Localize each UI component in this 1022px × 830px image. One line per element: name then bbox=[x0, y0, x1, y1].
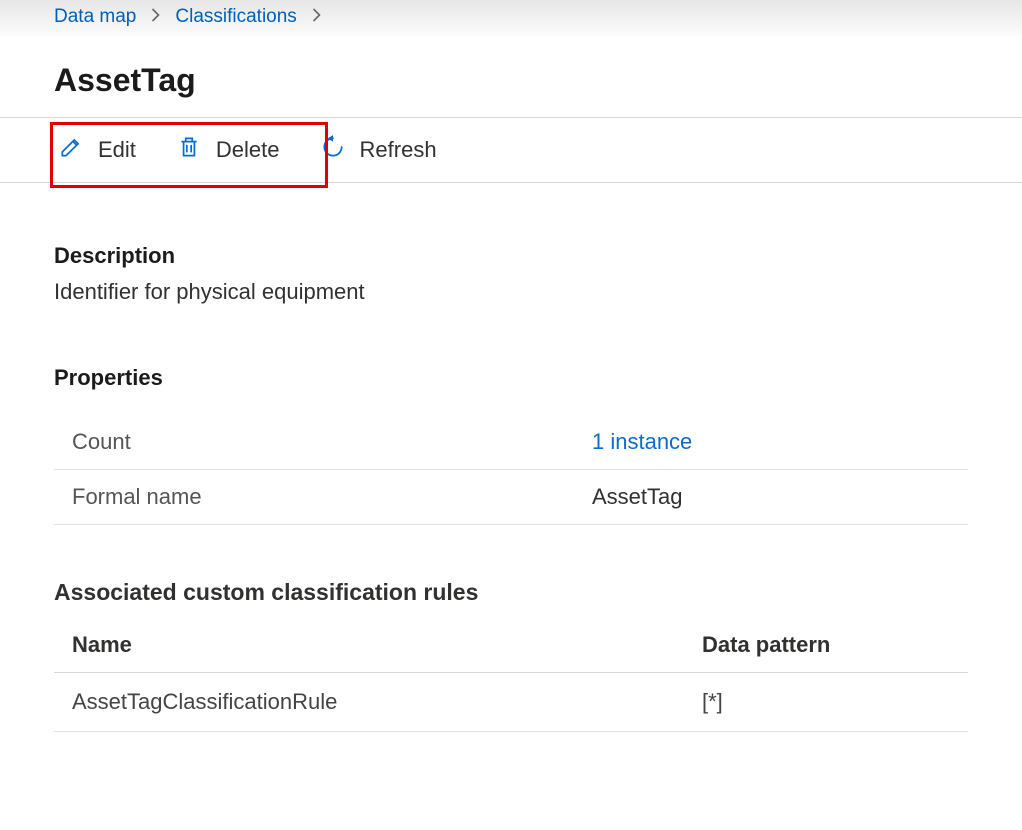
delete-label: Delete bbox=[216, 137, 280, 163]
rules-table: Name Data pattern AssetTagClassification… bbox=[54, 614, 968, 732]
breadcrumb-link-data-map[interactable]: Data map bbox=[54, 6, 136, 28]
rule-name-cell: AssetTagClassificationRule bbox=[72, 689, 702, 715]
rules-header-row: Name Data pattern bbox=[54, 614, 968, 673]
delete-button[interactable]: Delete bbox=[172, 132, 284, 168]
rule-pattern-cell: [*] bbox=[702, 689, 723, 715]
refresh-button[interactable]: Refresh bbox=[316, 132, 441, 168]
column-header-pattern[interactable]: Data pattern bbox=[702, 632, 830, 658]
property-label: Count bbox=[72, 429, 592, 455]
property-value: AssetTag bbox=[592, 484, 683, 510]
toolbar: Edit Delete Refresh bbox=[0, 117, 1022, 183]
chevron-right-icon bbox=[150, 7, 161, 27]
refresh-icon bbox=[320, 134, 346, 166]
edit-label: Edit bbox=[98, 137, 136, 163]
edit-button[interactable]: Edit bbox=[54, 132, 140, 168]
properties-table: Count 1 instance Formal name AssetTag bbox=[54, 415, 968, 525]
refresh-label: Refresh bbox=[360, 137, 437, 163]
rules-heading: Associated custom classification rules bbox=[54, 579, 968, 606]
breadcrumb-link-classifications[interactable]: Classifications bbox=[175, 6, 296, 28]
property-row: Count 1 instance bbox=[54, 415, 968, 470]
column-header-name[interactable]: Name bbox=[72, 632, 702, 658]
property-label: Formal name bbox=[72, 484, 592, 510]
chevron-right-icon bbox=[311, 7, 322, 27]
description-text: Identifier for physical equipment bbox=[54, 279, 968, 305]
description-heading: Description bbox=[54, 243, 968, 269]
property-row: Formal name AssetTag bbox=[54, 470, 968, 525]
page-title: AssetTag bbox=[0, 36, 1022, 117]
table-row: AssetTagClassificationRule [*] bbox=[54, 673, 968, 732]
property-value-link[interactable]: 1 instance bbox=[592, 429, 692, 455]
properties-heading: Properties bbox=[54, 365, 968, 391]
pencil-icon bbox=[58, 134, 84, 166]
trash-icon bbox=[176, 134, 202, 166]
breadcrumb: Data map Classifications bbox=[0, 0, 1022, 36]
